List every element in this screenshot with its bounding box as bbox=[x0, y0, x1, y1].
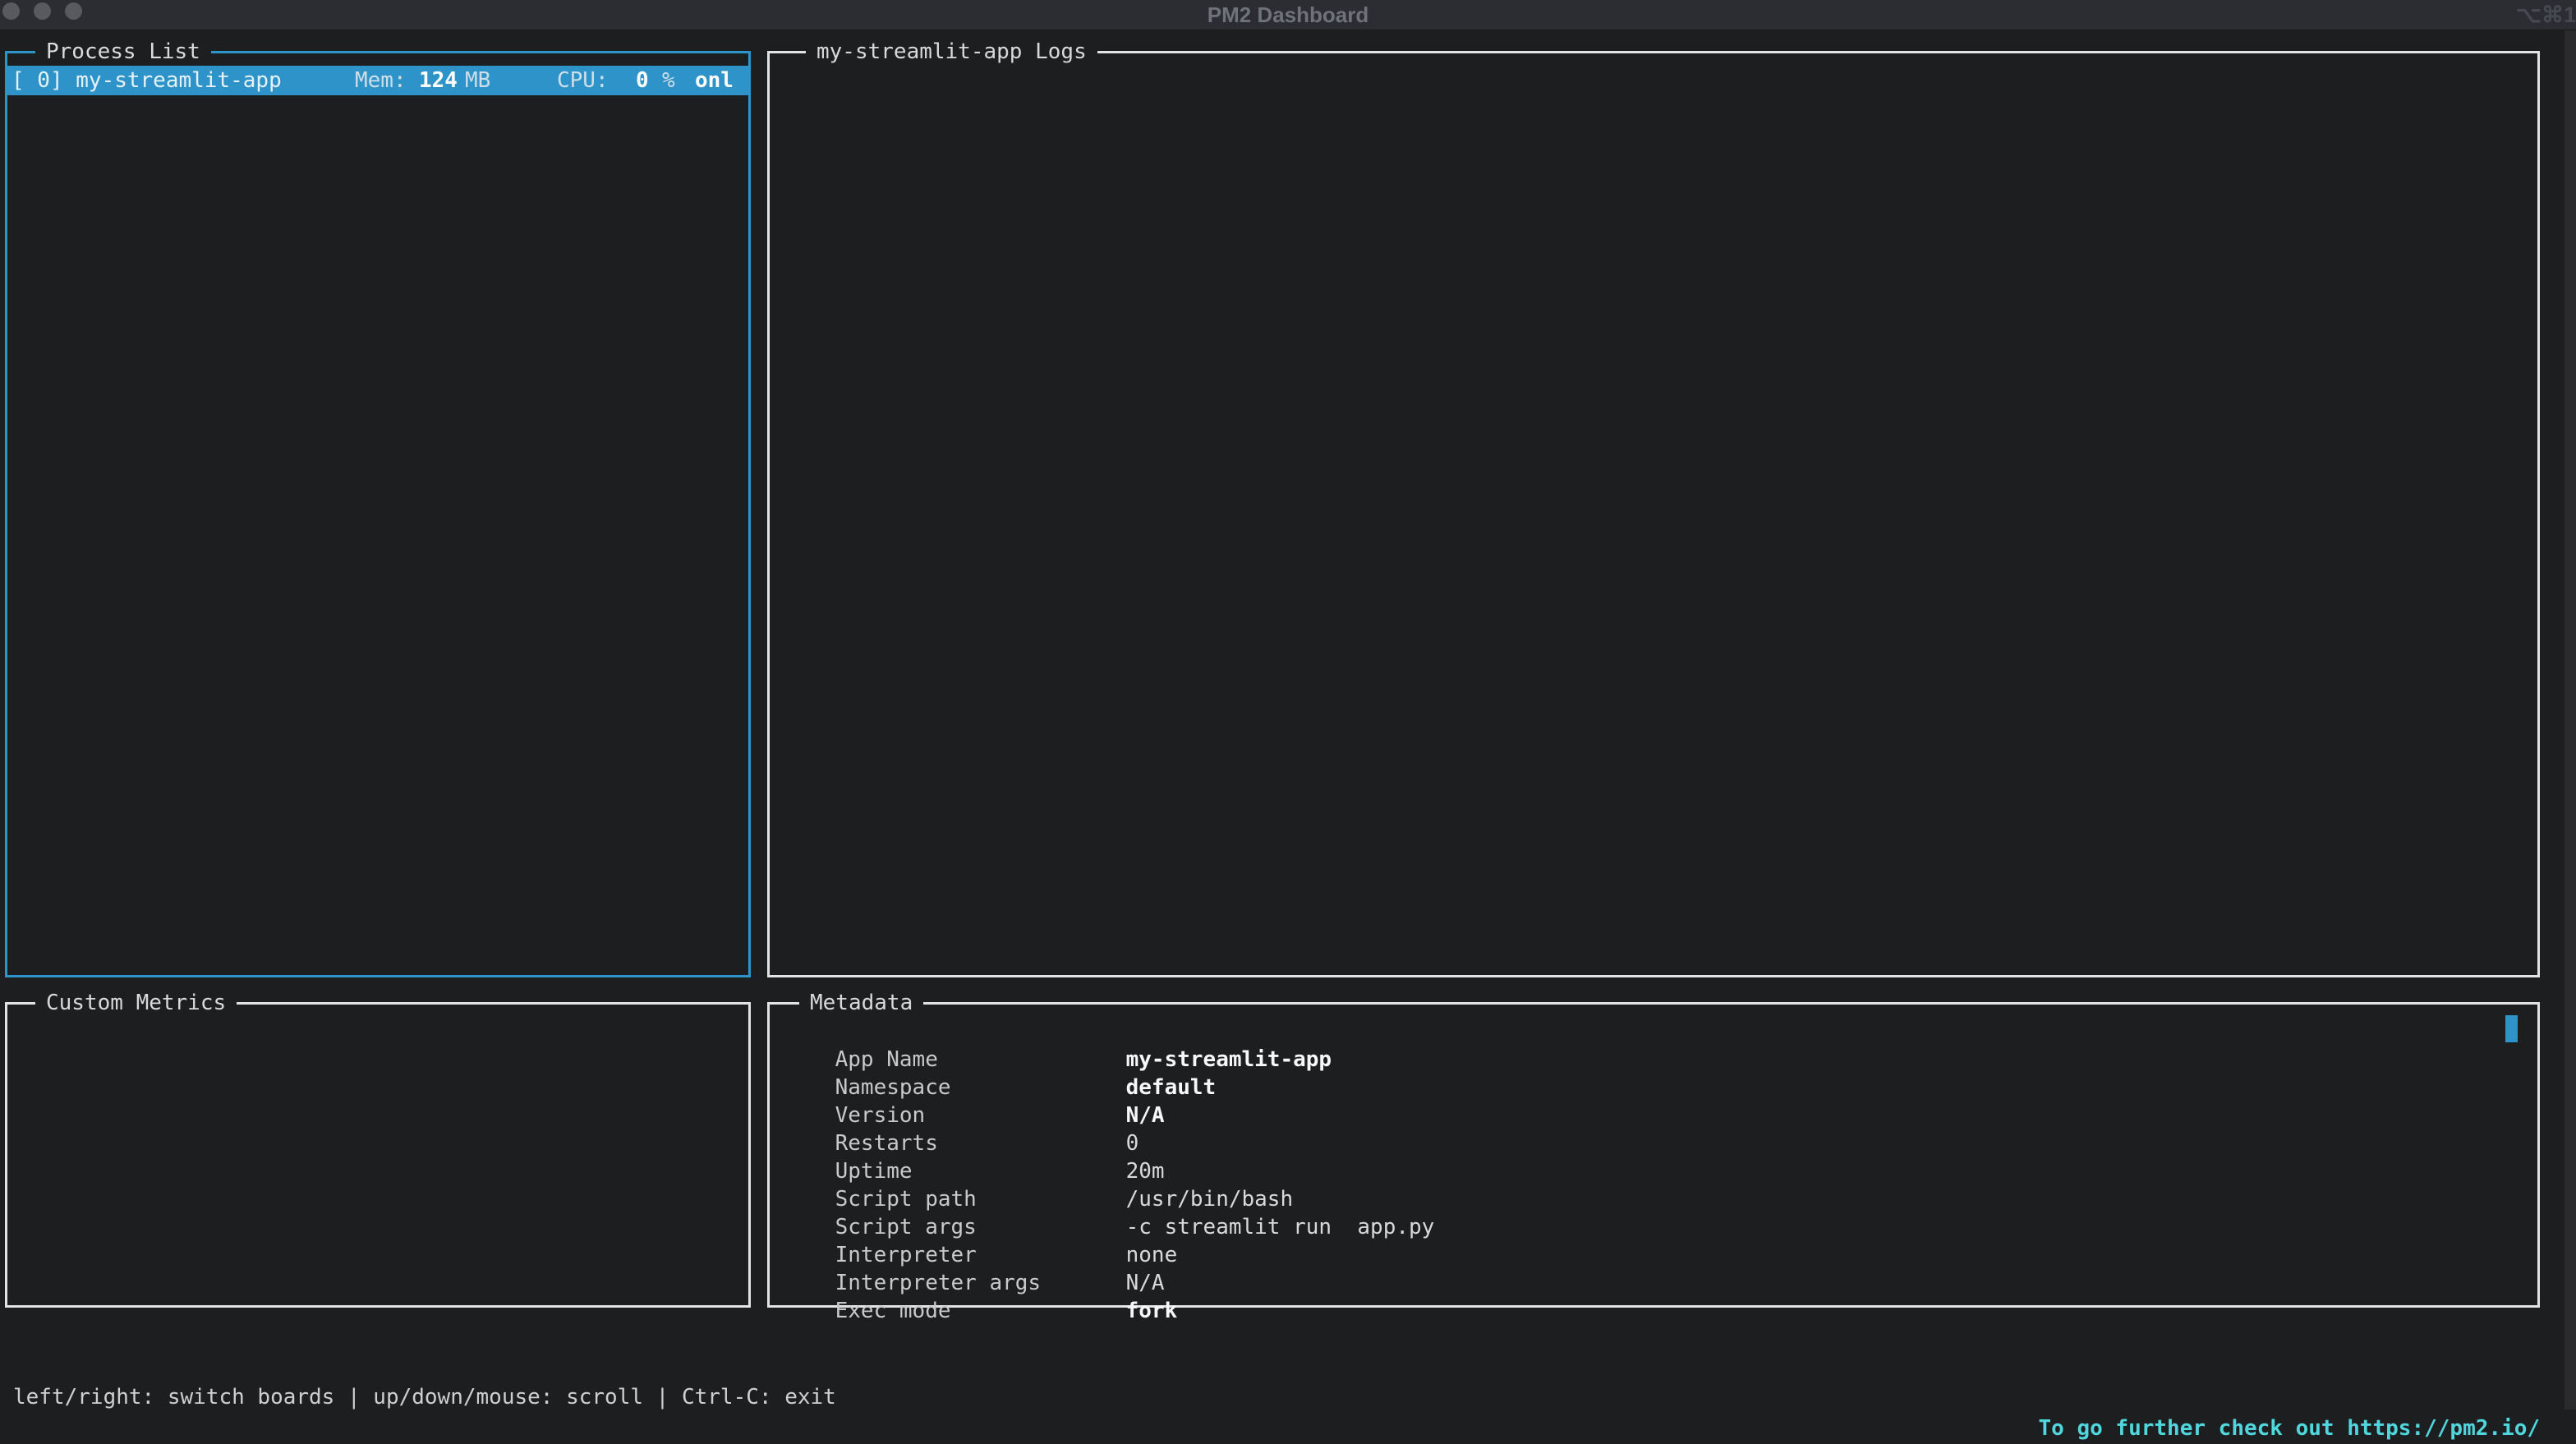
keybinding-help-text: left/right: switch boards | up/down/mous… bbox=[13, 1382, 836, 1413]
metadata-key: Script args bbox=[835, 1213, 1126, 1241]
process-status: onl bbox=[695, 66, 734, 95]
window-title: PM2 Dashboard bbox=[0, 0, 2576, 30]
process-row-selected[interactable]: [ 0] my-streamlit-app Mem: 124 MB CPU: 0… bbox=[7, 66, 748, 95]
process-mem-label: Mem: bbox=[355, 66, 407, 95]
metadata-key: Uptime bbox=[835, 1157, 1126, 1185]
status-bar: left/right: switch boards | up/down/mous… bbox=[0, 1350, 2576, 1383]
metadata-panel[interactable]: Metadata App Namemy-streamlit-app Namesp… bbox=[767, 1002, 2540, 1308]
metadata-value: default bbox=[1126, 1075, 1217, 1100]
metadata-value: fork bbox=[1126, 1299, 1178, 1323]
terminal-scrollbar-track[interactable] bbox=[2564, 30, 2576, 1410]
metadata-key: Namespace bbox=[835, 1074, 1126, 1101]
process-mem-unit: MB bbox=[465, 66, 490, 95]
metadata-key: Interpreter args bbox=[835, 1269, 1126, 1297]
window-titlebar: PM2 Dashboard ⌥⌘1 bbox=[0, 0, 2576, 30]
metadata-key: Version bbox=[835, 1101, 1126, 1129]
logs-panel[interactable]: my-streamlit-app Logs bbox=[767, 51, 2540, 977]
metadata-value: N/A bbox=[1126, 1103, 1165, 1128]
process-cpu-value: 0 bbox=[636, 66, 649, 95]
process-mem-value: 124 bbox=[419, 66, 458, 95]
metadata-value: 20m bbox=[1126, 1159, 1165, 1184]
logs-panel-title: my-streamlit-app Logs bbox=[806, 39, 1097, 65]
metadata-row: App Namemy-streamlit-app bbox=[784, 1018, 2529, 1046]
metadata-scrollbar-thumb[interactable] bbox=[2505, 1015, 2518, 1042]
metadata-value: none bbox=[1126, 1243, 1178, 1267]
window-shortcut-badge: ⌥⌘1 bbox=[2516, 0, 2576, 30]
metadata-value: my-streamlit-app bbox=[1126, 1047, 1332, 1072]
process-cpu-unit: % bbox=[662, 66, 675, 95]
pm2-io-link[interactable]: To go further check out https://pm2.io/ bbox=[2039, 1413, 2540, 1444]
metadata-panel-title: Metadata bbox=[799, 990, 923, 1016]
metadata-value: 0 bbox=[1126, 1131, 1139, 1156]
metadata-value: /usr/bin/bash bbox=[1126, 1187, 1294, 1212]
metadata-value: N/A bbox=[1126, 1271, 1165, 1295]
metadata-key: Script path bbox=[835, 1185, 1126, 1213]
metadata-key: Restarts bbox=[835, 1129, 1126, 1157]
custom-metrics-panel[interactable]: Custom Metrics bbox=[5, 1002, 751, 1308]
process-name: [ 0] my-streamlit-app bbox=[12, 66, 282, 95]
process-list-panel-title: Process List bbox=[35, 39, 211, 65]
metadata-key: Interpreter bbox=[835, 1241, 1126, 1269]
custom-metrics-panel-title: Custom Metrics bbox=[35, 990, 237, 1016]
metadata-value: -c streamlit run app.py bbox=[1126, 1215, 1435, 1239]
metadata-key: App Name bbox=[835, 1046, 1126, 1074]
metadata-key: Exec mode bbox=[835, 1297, 1126, 1325]
process-list-panel[interactable]: Process List [ 0] my-streamlit-app Mem: … bbox=[5, 51, 751, 977]
metadata-table: App Namemy-streamlit-app Namespacedefaul… bbox=[784, 1018, 2529, 1297]
process-cpu-label: CPU: bbox=[557, 66, 609, 95]
